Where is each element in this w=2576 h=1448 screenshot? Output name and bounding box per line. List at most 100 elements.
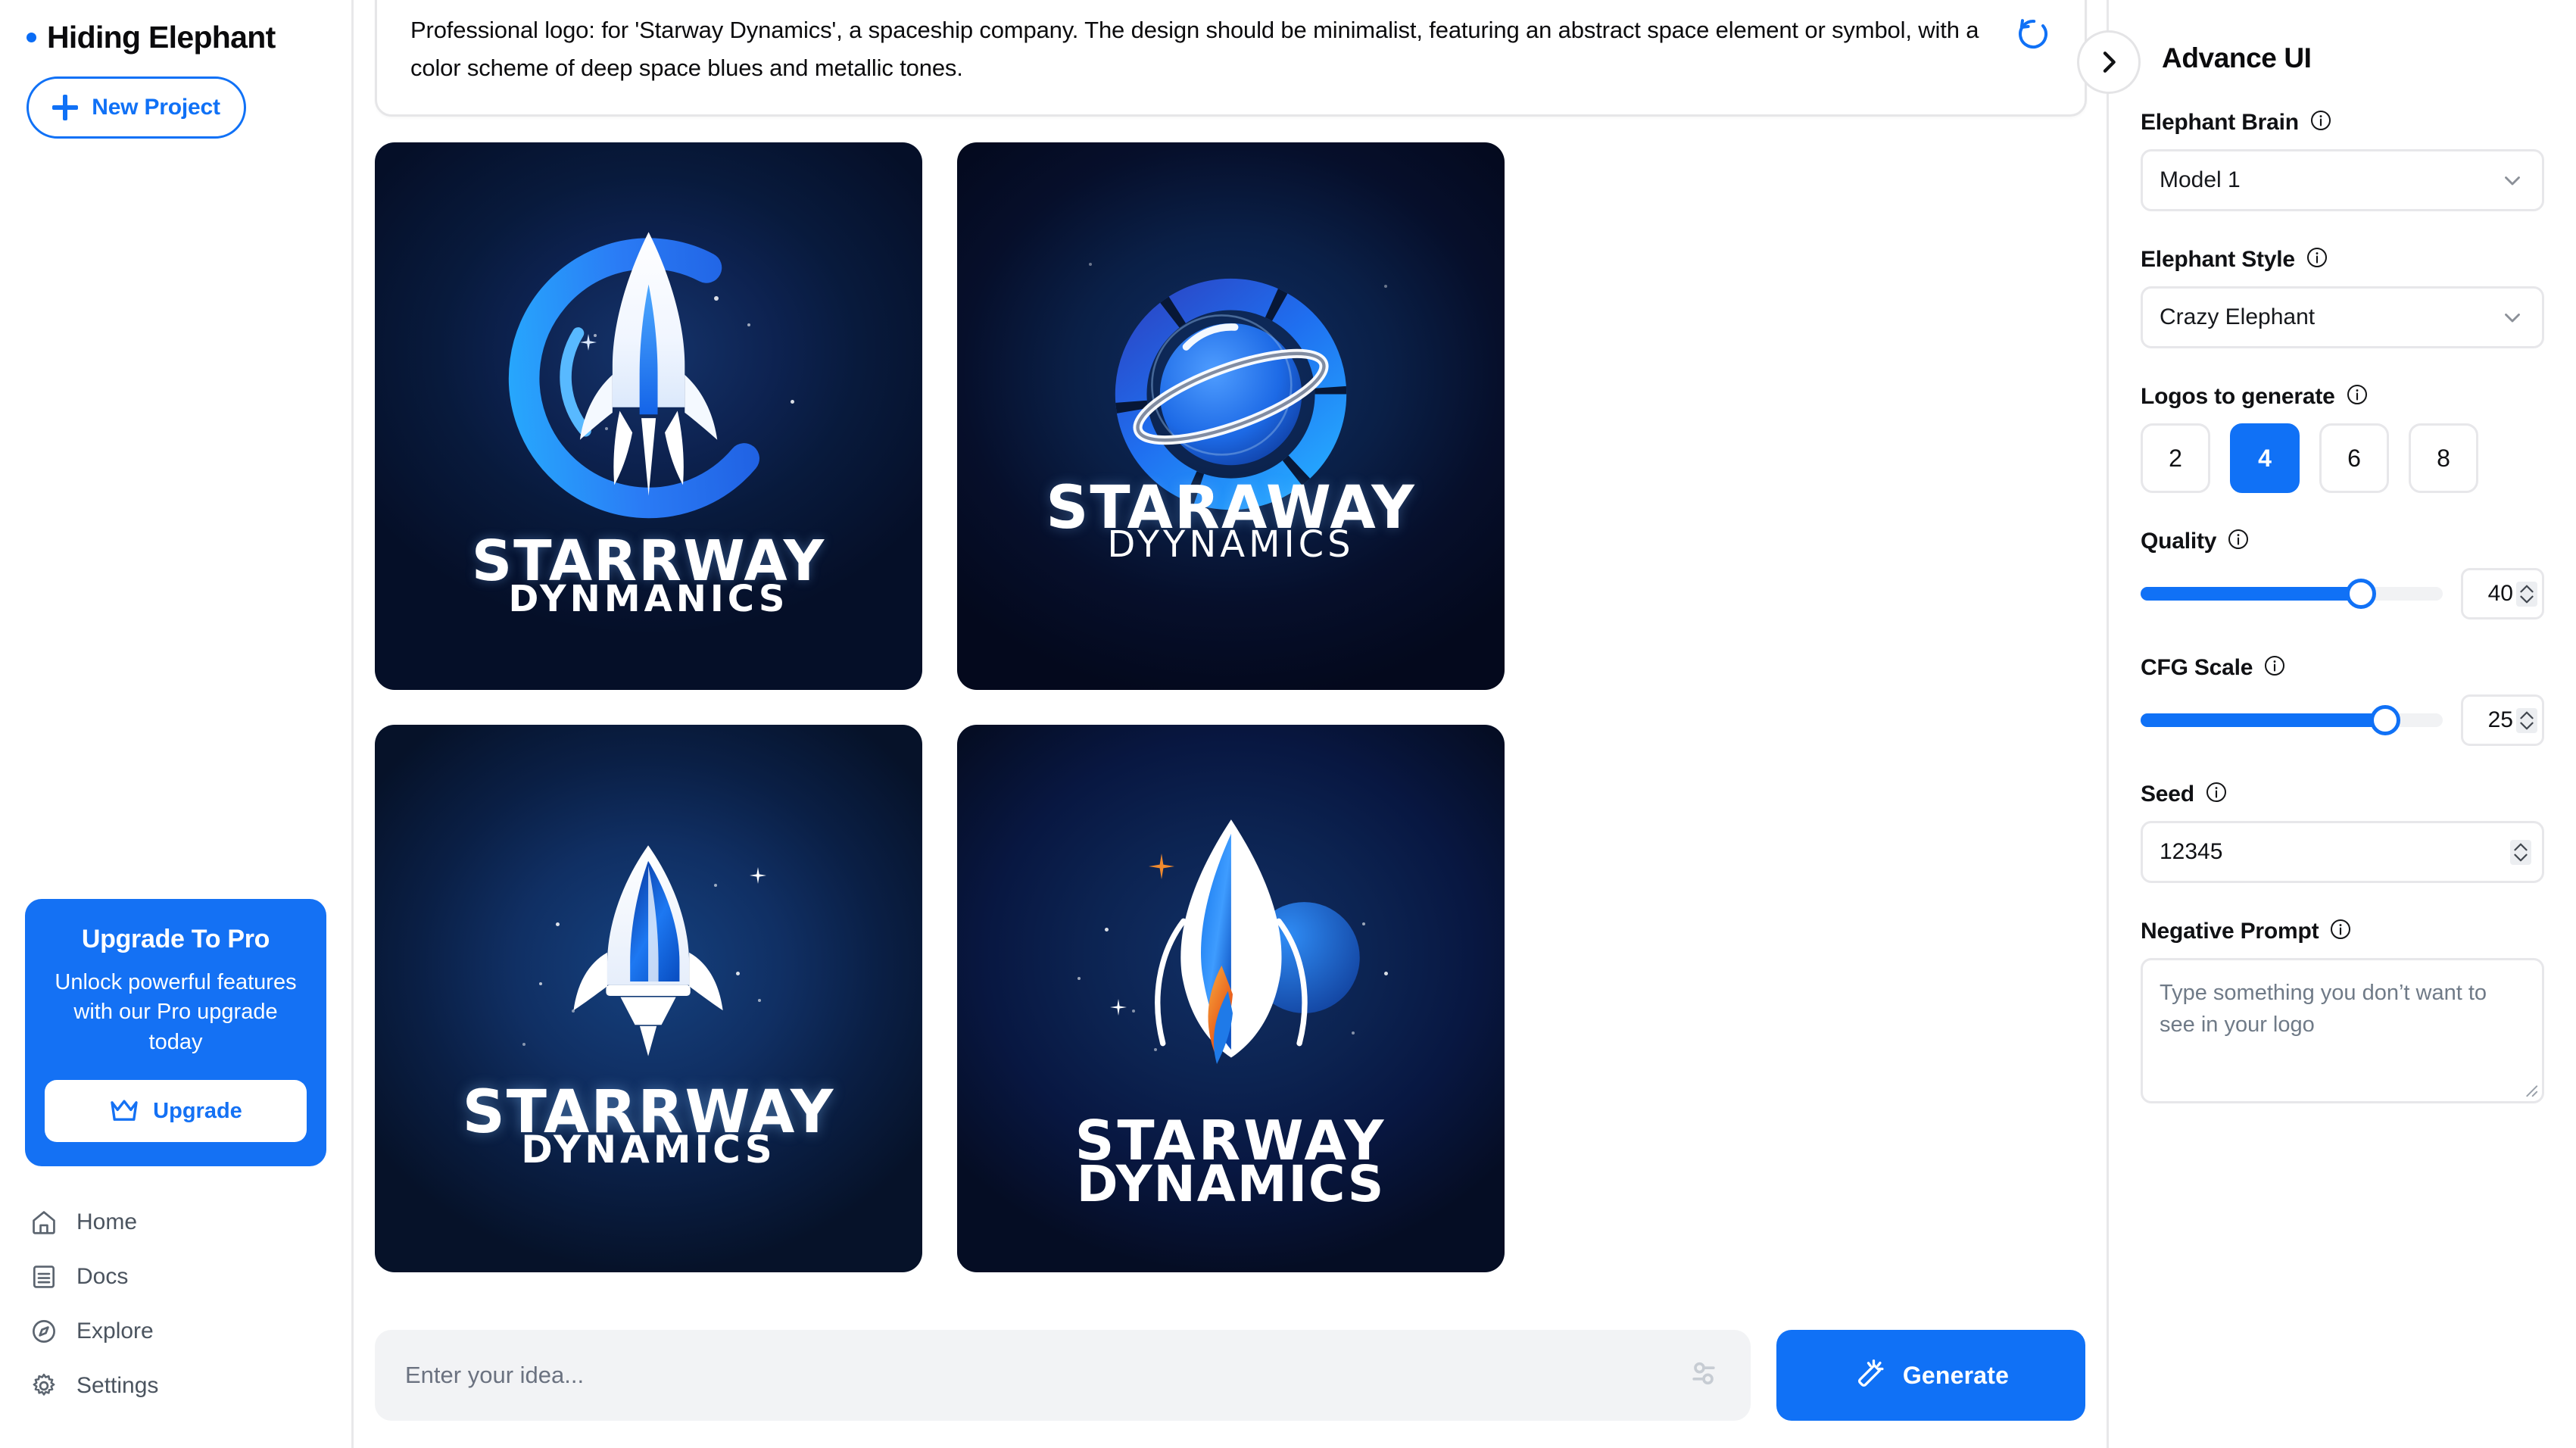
field-seed: Seed 12345 bbox=[2141, 781, 2544, 883]
logo-wordmark-secondary: DYNAMICS bbox=[521, 1127, 776, 1172]
field-header: Seed bbox=[2141, 781, 2544, 807]
prompt-card: Professional logo: for 'Starway Dynamics… bbox=[375, 0, 2087, 117]
info-icon[interactable] bbox=[2227, 528, 2250, 554]
field-header: Elephant Style bbox=[2141, 246, 2544, 273]
chevron-down-icon bbox=[2505, 314, 2520, 323]
quality-number-input[interactable]: 40 bbox=[2461, 568, 2544, 619]
crown-icon bbox=[111, 1100, 138, 1121]
quality-slider[interactable] bbox=[2141, 579, 2443, 609]
results-gallery: STARRWAY DYNMANICS STARAWAY DYYNAMICS ST… bbox=[354, 117, 2107, 1330]
logo-flame-rocket-art bbox=[1154, 819, 1360, 1064]
resize-handle-icon[interactable] bbox=[2521, 1081, 2538, 1097]
elephant-brain-select[interactable]: Model 1 bbox=[2141, 149, 2544, 211]
sidebar-item-home[interactable]: Home bbox=[30, 1195, 326, 1250]
sidebar-item-docs-label: Docs bbox=[76, 1264, 129, 1289]
logo-wordmark-secondary: DYNMANICS bbox=[508, 578, 789, 621]
new-project-label: New Project bbox=[92, 95, 220, 120]
elephant-brain-label: Elephant Brain bbox=[2141, 109, 2299, 135]
negative-prompt-placeholder: Type something you don’t want to see in … bbox=[2160, 981, 2487, 1038]
quality-value: 40 bbox=[2487, 581, 2513, 606]
quality-slider-row: 40 bbox=[2141, 568, 2544, 619]
info-icon[interactable] bbox=[2346, 383, 2369, 410]
elephant-style-select[interactable]: Crazy Elephant bbox=[2141, 286, 2544, 348]
negative-prompt-textarea[interactable]: Type something you don’t want to see in … bbox=[2141, 958, 2544, 1103]
panel-collapse-button[interactable] bbox=[2077, 30, 2141, 94]
field-negative-prompt: Negative Prompt Type something you don’t… bbox=[2141, 918, 2544, 1103]
logo-result-card[interactable]: STARWAY DYNAMICS bbox=[957, 725, 1505, 1273]
logo-wordmark-secondary: DYNAMICS bbox=[1076, 1154, 1386, 1213]
sidebar-nav: Home Docs Explore Settings bbox=[25, 1195, 326, 1448]
logo-result-card[interactable]: STARAWAY DYYNAMICS bbox=[957, 142, 1505, 691]
seed-value: 12345 bbox=[2160, 839, 2223, 864]
negative-prompt-label: Negative Prompt bbox=[2141, 918, 2319, 944]
seed-label: Seed bbox=[2141, 781, 2194, 807]
field-elephant-brain: Elephant Brain Model 1 bbox=[2141, 109, 2544, 211]
new-project-button[interactable]: New Project bbox=[27, 76, 246, 139]
quality-label: Quality bbox=[2141, 528, 2217, 554]
logo-rocket-art bbox=[573, 845, 724, 1056]
magic-wand-icon bbox=[1857, 1359, 1884, 1387]
quality-slider-thumb[interactable] bbox=[2346, 579, 2377, 609]
logo-wordmark-secondary: DYYNAMICS bbox=[1107, 523, 1355, 566]
chevron-right-icon bbox=[2103, 51, 2116, 73]
chevron-down-icon bbox=[2505, 176, 2520, 186]
elephant-style-label: Elephant Style bbox=[2141, 246, 2295, 272]
stepper-icon[interactable] bbox=[2510, 839, 2531, 865]
upgrade-card: Upgrade To Pro Unlock powerful features … bbox=[25, 898, 326, 1166]
composer-bar: Enter your idea... Generate bbox=[354, 1330, 2107, 1448]
upgrade-button[interactable]: Upgrade bbox=[45, 1080, 307, 1142]
stepper-icon[interactable] bbox=[2516, 581, 2537, 607]
seed-input[interactable]: 12345 bbox=[2141, 821, 2544, 883]
logo-result-card[interactable]: STARRWAY DYNAMICS bbox=[375, 725, 922, 1273]
docs-icon bbox=[33, 1265, 55, 1288]
field-quality: Quality 40 bbox=[2141, 528, 2544, 619]
quality-slider-fill bbox=[2141, 587, 2362, 601]
field-header: Logos to generate bbox=[2141, 383, 2544, 410]
sliders-icon[interactable] bbox=[1687, 1357, 1720, 1394]
upgrade-title: Upgrade To Pro bbox=[81, 924, 270, 953]
logos-to-generate-label: Logos to generate bbox=[2141, 383, 2335, 409]
sidebar-item-settings-label: Settings bbox=[76, 1373, 159, 1398]
info-icon[interactable] bbox=[2309, 109, 2332, 136]
field-logos-to-generate: Logos to generate 2 4 6 8 bbox=[2141, 383, 2544, 493]
sidebar-item-docs[interactable]: Docs bbox=[30, 1250, 326, 1304]
logo-result-card[interactable]: STARRWAY DYNMANICS bbox=[375, 142, 922, 691]
sidebar-item-explore[interactable]: Explore bbox=[30, 1304, 326, 1359]
idea-input[interactable]: Enter your idea... bbox=[375, 1330, 1751, 1421]
cfg-scale-slider[interactable] bbox=[2141, 705, 2443, 735]
cfg-scale-number-input[interactable]: 25 bbox=[2461, 694, 2544, 746]
gear-icon bbox=[33, 1373, 55, 1396]
prompt-text: Professional logo: for 'Starway Dynamics… bbox=[410, 17, 1979, 82]
cfg-scale-slider-thumb[interactable] bbox=[2370, 705, 2401, 735]
home-icon bbox=[33, 1211, 55, 1234]
stepper-icon[interactable] bbox=[2516, 707, 2537, 733]
info-icon[interactable] bbox=[2263, 654, 2286, 681]
field-header: Elephant Brain bbox=[2141, 109, 2544, 136]
logo-count-option-2[interactable]: 2 bbox=[2141, 423, 2210, 493]
brand: Hiding Elephant bbox=[25, 20, 326, 55]
elephant-brain-value: Model 1 bbox=[2160, 167, 2241, 192]
logo-count-option-6[interactable]: 6 bbox=[2319, 423, 2389, 493]
logo-count-option-4[interactable]: 4 bbox=[2230, 423, 2300, 493]
field-header: CFG Scale bbox=[2141, 654, 2544, 681]
generate-button[interactable]: Generate bbox=[1776, 1330, 2085, 1421]
info-icon[interactable] bbox=[2205, 781, 2228, 807]
reset-rotate-ccw-icon bbox=[2019, 19, 2047, 48]
cfg-scale-value: 25 bbox=[2487, 707, 2513, 732]
sidebar-item-settings[interactable]: Settings bbox=[30, 1359, 326, 1413]
cfg-scale-label: CFG Scale bbox=[2141, 654, 2253, 680]
brand-title: Hiding Elephant bbox=[47, 20, 276, 55]
info-icon[interactable] bbox=[2329, 918, 2352, 944]
info-icon[interactable] bbox=[2306, 246, 2328, 273]
main-content: Professional logo: for 'Starway Dynamics… bbox=[354, 0, 2107, 1448]
field-elephant-style: Elephant Style Crazy Elephant bbox=[2141, 246, 2544, 348]
sidebar-item-home-label: Home bbox=[76, 1209, 138, 1234]
compass-icon bbox=[33, 1320, 55, 1343]
elephant-style-value: Crazy Elephant bbox=[2160, 304, 2316, 329]
reset-prompt-button[interactable] bbox=[2015, 16, 2051, 52]
panel-title: Advance UI bbox=[2162, 42, 2312, 73]
upgrade-description: Unlock powerful features with our Pro up… bbox=[55, 969, 297, 1054]
advance-ui-panel: Advance UI Elephant Brain Model 1 Elepha… bbox=[2077, 0, 2576, 1448]
logo-count-option-8[interactable]: 8 bbox=[2409, 423, 2478, 493]
